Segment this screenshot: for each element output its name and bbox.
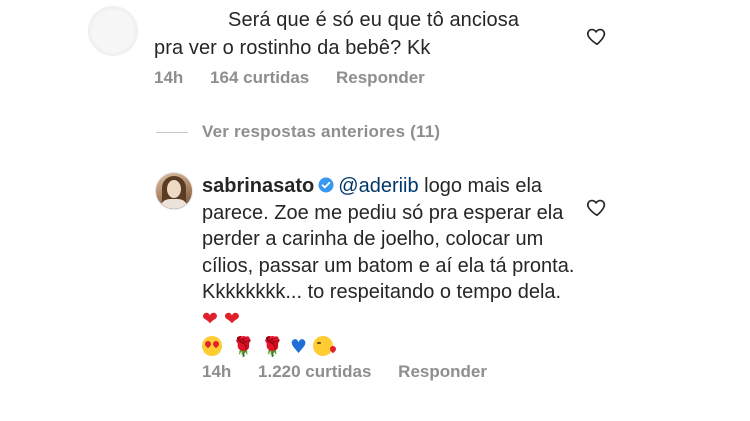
view-previous-replies-label: Ver respostas anteriores (11) [202, 122, 441, 141]
comment-meta: 14h 164 curtidas Responder [154, 68, 447, 88]
divider [156, 131, 188, 133]
comment-meta: 14h 1.220 curtidas Responder [202, 362, 509, 382]
face-blowing-kiss-emoji [312, 336, 333, 356]
heart-eyes-emoji [202, 336, 222, 356]
avatar[interactable] [155, 172, 193, 210]
red-heart-emoji: ❤ ❤ [202, 307, 240, 330]
verified-badge-icon [318, 177, 334, 193]
mention-link[interactable]: @aderiib [338, 175, 418, 197]
username-link[interactable]: sabrinasato [202, 175, 314, 197]
like-heart-icon[interactable] [586, 196, 608, 218]
view-previous-replies-button[interactable]: Ver respostas anteriores (11) [156, 122, 440, 142]
reply-button[interactable]: Responder [398, 362, 487, 381]
reply-comment-text: sabrinasato @aderiib logo mais ela parece… [202, 173, 582, 361]
like-count[interactable]: 164 curtidas [210, 68, 309, 87]
rose-emoji: 🌹 [260, 336, 285, 358]
comment-text: Será que é só eu que tô anciosa pra ver … [154, 6, 574, 62]
like-count[interactable]: 1.220 curtidas [258, 362, 371, 381]
rose-emoji: 🌹 [231, 336, 256, 358]
comment-time: 14h [202, 362, 232, 381]
comment-text-line: Será que é só eu que tô anciosa [228, 9, 520, 31]
comment-time: 14h [154, 68, 184, 87]
like-heart-icon[interactable] [586, 25, 608, 47]
blue-heart-emoji: ♥ [290, 336, 308, 358]
reply-button[interactable]: Responder [336, 68, 425, 87]
comment-text-line: pra ver o rostinho da bebê? Kk [154, 37, 431, 59]
emoji-row: 🌹 🌹 ♥ [202, 334, 582, 361]
avatar[interactable] [88, 6, 138, 56]
